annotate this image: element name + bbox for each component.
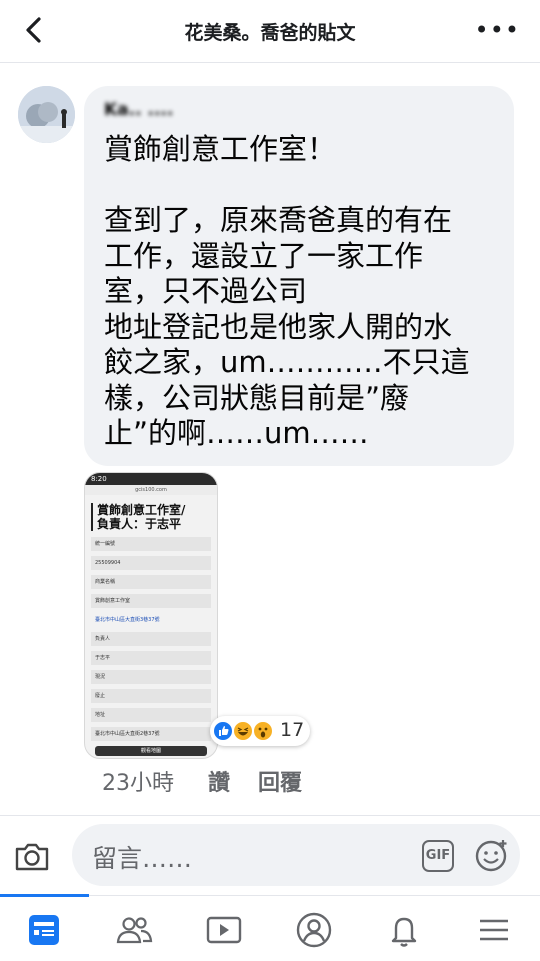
wow-reaction-icon <box>252 720 274 742</box>
attachment-row: 負責人 <box>91 632 211 646</box>
attachment-row: 商業名稱 <box>91 575 211 589</box>
menu-icon <box>480 919 508 941</box>
comment-bubble: Ka.. .... 賞飾創意工作室！ 查到了，原來喬爸真的有在 工作，還設立了一… <box>84 86 514 466</box>
attachment-row: 25509904 <box>91 556 211 570</box>
comment-timestamp[interactable]: 23小時 <box>102 765 174 797</box>
tab-profile[interactable] <box>294 910 334 950</box>
like-reaction-icon <box>212 720 234 742</box>
attachment-row: 地址 <box>91 708 211 722</box>
attachment-row: 統一編號 <box>91 537 211 551</box>
news-feed-icon <box>29 915 59 945</box>
reaction-summary[interactable]: 17 <box>210 716 310 746</box>
profile-icon <box>296 912 332 948</box>
comment-text: 賞飾創意工作室！ 查到了，原來喬爸真的有在 工作，還設立了一家工作 室，只不過公… <box>104 132 470 450</box>
avatar-image <box>18 86 75 143</box>
attachment-map-button: 觀看地圖 <box>95 746 207 756</box>
top-bar: 花美桑。喬爸的貼文 ••• <box>0 0 540 63</box>
reaction-count: 17 <box>280 719 305 741</box>
tab-news-feed[interactable] <box>0 894 89 950</box>
page-title: 花美桑。喬爸的貼文 <box>184 22 356 44</box>
attachment-row: 臺北市中山區大直街3巷37號 <box>95 617 160 623</box>
gif-icon[interactable]: GIF <box>422 840 454 872</box>
tab-menu[interactable] <box>474 910 514 950</box>
sticker-icon[interactable] <box>474 837 510 873</box>
comment-input[interactable]: 留言…… GIF <box>72 824 520 886</box>
reply-link[interactable]: 回覆 <box>258 765 302 797</box>
attachment-status-bar: 8:20 <box>85 473 217 485</box>
attachment-body: 賞飾創意工作室/ 負責人：于志平 統一編號 25509904 商業名稱賞飾創意工作室… <box>91 503 211 746</box>
tab-friends[interactable] <box>114 910 154 950</box>
attachment-url: gcis100.com <box>85 485 217 495</box>
comment-input-placeholder: 留言…… <box>92 844 193 873</box>
friends-icon <box>116 917 153 944</box>
bottom-tab-bar <box>0 894 540 961</box>
attachment-row: 臺北市中山區大直街2巷37號 <box>91 727 211 741</box>
comment-author[interactable]: Ka.. .... <box>104 100 173 120</box>
attachment-rows: 統一編號 25509904 商業名稱賞飾創意工作室臺北市中山區大直街3巷37號負責人… <box>91 537 211 741</box>
comment-attachment-image[interactable]: 8:20 gcis100.com 賞飾創意工作室/ 負責人：于志平 統一編號 25… <box>84 472 218 759</box>
attachment-heading: 賞飾創意工作室/ 負責人：于志平 <box>91 503 211 531</box>
haha-reaction-icon <box>232 720 254 742</box>
comment-composer: 留言…… GIF <box>0 815 540 896</box>
avatar[interactable] <box>18 86 75 143</box>
bell-icon <box>391 917 417 947</box>
like-link[interactable]: 讚 <box>208 765 230 797</box>
attachment-row: 廢止 <box>91 689 211 703</box>
tab-watch[interactable] <box>204 910 244 950</box>
attachment-row: 于志平 <box>91 651 211 665</box>
attachment-row: 賞飾創意工作室 <box>91 594 211 608</box>
tab-notifications[interactable] <box>384 910 424 950</box>
more-dots-icon[interactable]: ••• <box>475 16 520 44</box>
camera-icon[interactable] <box>13 837 51 875</box>
watch-icon <box>206 916 242 944</box>
attachment-row: 現況 <box>91 670 211 684</box>
